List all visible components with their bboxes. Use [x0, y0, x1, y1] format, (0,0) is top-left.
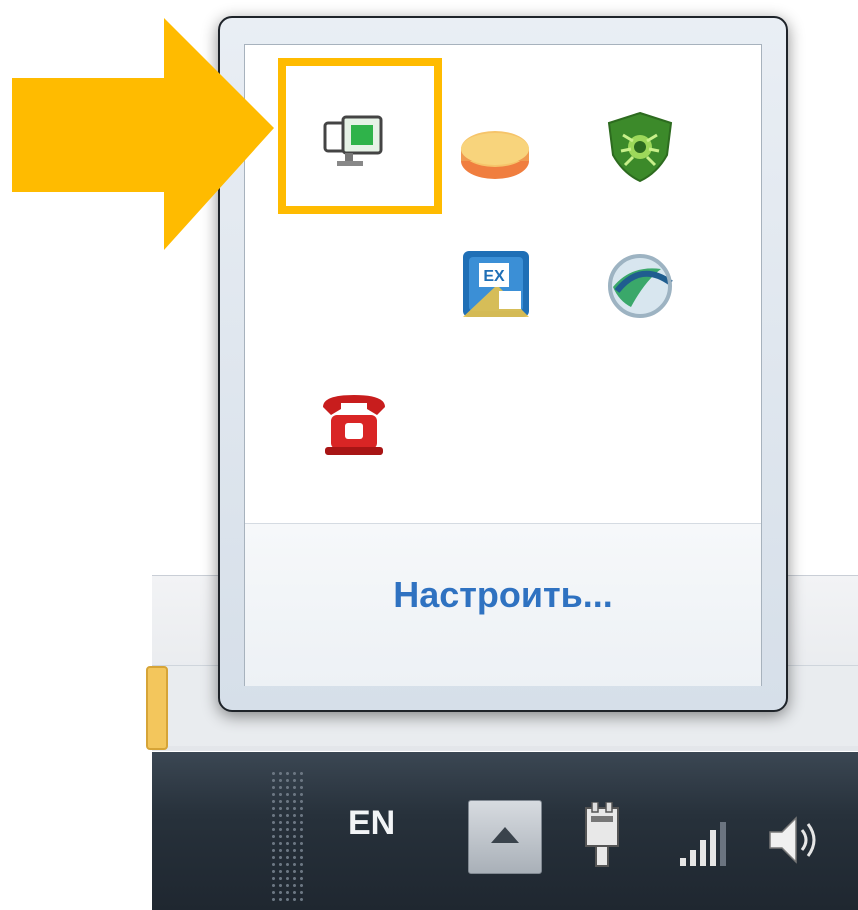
antivirus-spider-icon[interactable]	[601, 107, 679, 185]
chevron-up-icon	[491, 827, 519, 843]
background-window-tab	[146, 666, 168, 750]
power-plug-icon[interactable]	[582, 802, 622, 868]
show-hidden-icons-button[interactable]	[468, 800, 542, 874]
taskbar: EN	[152, 752, 858, 910]
telephone-icon[interactable]	[315, 385, 393, 463]
highlight-box	[278, 58, 442, 214]
taskbar-grip[interactable]	[270, 770, 304, 905]
svg-text:EX: EX	[483, 268, 505, 285]
browser-globe-icon[interactable]	[601, 247, 679, 325]
database-app-icon[interactable]	[457, 115, 535, 193]
calendar-app-icon[interactable]: EX	[457, 245, 535, 323]
volume-icon[interactable]	[766, 810, 826, 870]
customize-link[interactable]: Настроить...	[245, 574, 761, 616]
network-signal-icon[interactable]	[680, 822, 726, 866]
language-indicator[interactable]: EN	[348, 804, 395, 843]
pointer-arrow-icon	[12, 18, 274, 250]
customize-section: Настроить...	[245, 523, 761, 686]
